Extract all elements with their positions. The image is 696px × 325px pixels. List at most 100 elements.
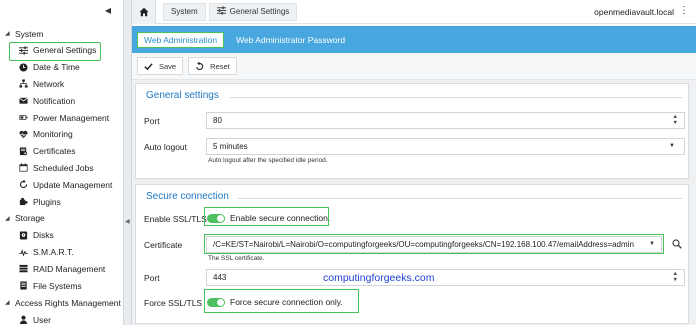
tab-label: Web Administration (144, 34, 218, 45)
home-icon (139, 7, 148, 16)
tab-web-administration[interactable]: Web Administration (137, 31, 225, 48)
force-ssl-label: Force SSL/TLS (144, 298, 203, 308)
sidebar-item-plugins[interactable]: Plugins (0, 193, 123, 210)
general-settings-fieldset: General settings Port 80 ▲ ▼ Auto logout … (135, 83, 689, 179)
general-settings-legend: General settings (146, 90, 219, 101)
save-button[interactable]: Save (137, 57, 184, 75)
sliders-icon (216, 6, 230, 17)
content-area: General settings Port 80 ▲ ▼ Auto logout … (132, 80, 696, 325)
certificate-hint: The SSL certificate. (208, 255, 265, 262)
calendar-icon (17, 163, 30, 173)
sidebar-item-user[interactable]: User (0, 311, 123, 325)
collapse-arrow-icon[interactable]: ◀ (125, 218, 130, 225)
sidebar-item-label: Certificates (33, 146, 76, 157)
chevron-down-icon[interactable]: ▼ (669, 143, 675, 149)
clock-icon (17, 63, 30, 72)
sidebar-item-label: File Systems (33, 280, 82, 291)
search-icon[interactable] (672, 239, 682, 249)
sidebar-item-network[interactable]: Network (0, 76, 123, 93)
port-input[interactable]: 80 ▲ ▼ (206, 112, 685, 129)
sidebar-item-general-settings[interactable]: General Settings (0, 42, 123, 61)
save-label: Save (159, 61, 177, 71)
sidebar-section-label: Access Rights Management (15, 297, 121, 308)
secure-connection-fieldset: Secure connection Enable SSL/TLS Enable … (135, 184, 689, 324)
secure-connection-legend: Secure connection (146, 191, 229, 202)
sidebar-item-label: Power Management (33, 112, 110, 123)
home-button[interactable] (132, 0, 156, 24)
envelope-icon (17, 96, 30, 105)
tab-bar: Web Administration Web Administrator Pas… (132, 26, 696, 53)
sidebar-section-access-rights[interactable]: ◢ Access Rights Management (0, 294, 123, 311)
user-icon (17, 315, 30, 325)
caret-down-icon: ◢ (5, 215, 10, 222)
sidebar-item-date-time[interactable]: Date & Time (0, 59, 123, 76)
sidebar-item-certificates[interactable]: Certificates (0, 143, 123, 160)
certificate-label: Certificate (144, 240, 183, 250)
auto-logout-select[interactable]: 5 minutes ▼ (206, 138, 685, 155)
sidebar-item-label: Date & Time (33, 62, 80, 73)
breadcrumb-system[interactable]: System (163, 2, 206, 21)
sidebar-item-label: User (33, 314, 51, 325)
port-value: 80 (213, 116, 222, 125)
sidebar-item-notification[interactable]: Notification (0, 92, 123, 109)
tab-web-administrator-password[interactable]: Web Administrator Password (230, 32, 351, 48)
ssl-port-value: 443 (213, 273, 227, 282)
smart-icon (17, 248, 30, 257)
sidebar-item-raid-management[interactable]: RAID Management (0, 261, 123, 278)
disk-icon (17, 231, 30, 240)
heartbeat-icon (17, 130, 30, 139)
tab-label: Web Administrator Password (236, 34, 346, 45)
folder-icon (17, 281, 30, 290)
sidebar-item-label: RAID Management (33, 263, 106, 274)
refresh-icon (17, 180, 30, 189)
force-ssl-highlight (204, 289, 359, 313)
port-label: Port (144, 116, 160, 126)
reset-button[interactable]: Reset (188, 57, 237, 75)
sidebar-header: ◀ (0, 0, 123, 24)
sidebar-splitter[interactable]: ◀ (124, 0, 132, 325)
sidebar: ◀ ◢ System General Settings Date & Time … (0, 0, 124, 325)
sidebar-item-update-management[interactable]: Update Management (0, 176, 123, 193)
auto-logout-label: Auto logout (144, 142, 188, 152)
sidebar-item-power-management[interactable]: Power Management (0, 109, 123, 126)
topbar: System General Settings openmediavault.l… (132, 0, 696, 24)
sliders-icon (17, 46, 30, 55)
caret-down-icon: ◢ (5, 31, 10, 37)
sidebar-item-monitoring[interactable]: Monitoring (0, 126, 123, 143)
sidebar-item-label: Plugins (33, 196, 61, 207)
breadcrumb-label: General Settings (229, 7, 290, 16)
sidebar-section-label: Storage (15, 213, 45, 224)
breadcrumb-general-settings[interactable]: General Settings (208, 2, 298, 21)
chevron-left-icon[interactable]: ◀ (105, 6, 111, 15)
sidebar-item-label: Scheduled Jobs (33, 162, 94, 173)
sidebar-item-label: General Settings (33, 45, 97, 56)
puzzle-icon (17, 197, 30, 206)
certificate-icon (17, 147, 30, 156)
undo-icon (196, 61, 204, 70)
sidebar-section-system[interactable]: ◢ System (0, 25, 123, 42)
sidebar-item-smart[interactable]: S.M.A.R.T. (0, 244, 123, 261)
enable-ssl-label: Enable SSL/TLS (144, 214, 207, 224)
raid-icon (17, 264, 30, 273)
more-menu-icon[interactable]: ⋮ (679, 6, 689, 16)
sidebar-section-storage[interactable]: ◢ Storage (0, 210, 123, 227)
reset-label: Reset (210, 61, 230, 71)
sidebar-item-disks[interactable]: Disks (0, 227, 123, 244)
caret-down-icon: ◢ (5, 300, 10, 307)
sidebar-item-label: Disks (33, 230, 54, 241)
ssl-port-label: Port (144, 273, 160, 283)
legend-divider (230, 97, 682, 98)
sidebar-item-scheduled-jobs[interactable]: Scheduled Jobs (0, 160, 123, 177)
ssl-port-input[interactable]: 443 ▲ ▼ (206, 269, 685, 286)
breadcrumb-label: System (171, 7, 198, 16)
auto-logout-hint: Auto logout after the specified idle per… (208, 157, 328, 164)
sidebar-item-label: Monitoring (33, 129, 73, 140)
sidebar-item-label: Update Management (33, 179, 113, 190)
spinner-icon[interactable]: ▲ ▼ (673, 114, 678, 126)
spinner-icon[interactable]: ▲ ▼ (673, 271, 678, 283)
sidebar-item-label: S.M.A.R.T. (33, 247, 74, 258)
sidebar-item-file-systems[interactable]: File Systems (0, 277, 123, 294)
toolbar: Save Reset (132, 53, 696, 80)
sidebar-item-label: Notification (33, 95, 76, 106)
legend-divider (238, 198, 682, 199)
